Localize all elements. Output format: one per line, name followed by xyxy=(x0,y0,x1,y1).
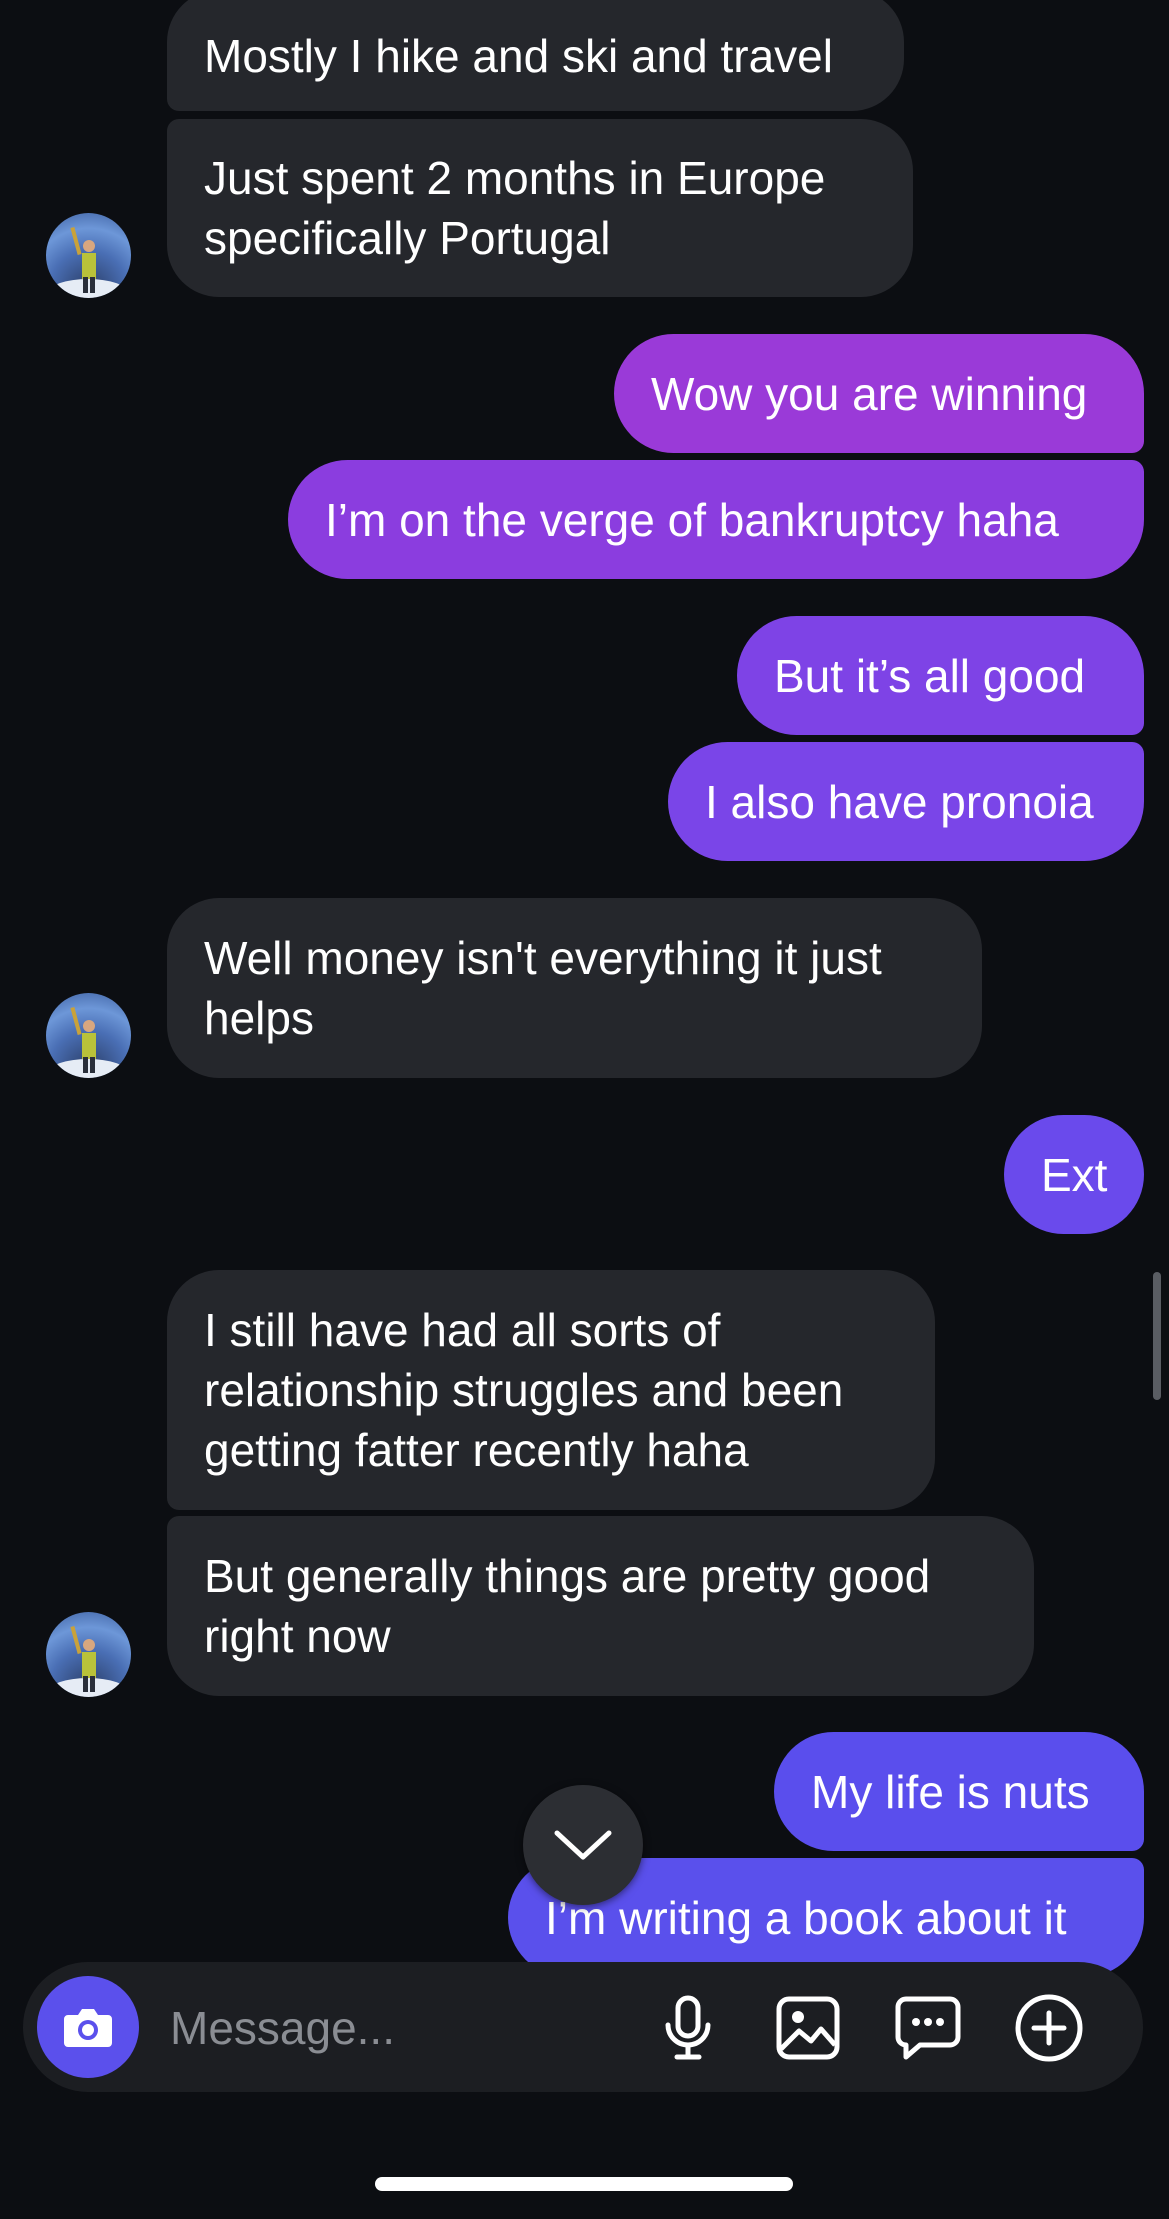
scrollbar[interactable] xyxy=(1153,1272,1161,1400)
avatar[interactable] xyxy=(46,213,131,298)
camera-button[interactable] xyxy=(37,1976,139,2078)
message-text: Mostly I hike and ski and travel xyxy=(204,29,833,82)
message-bubble-incoming[interactable]: Well money isn't everything it just help… xyxy=(167,898,982,1078)
avatar[interactable] xyxy=(46,1612,131,1697)
microphone-icon xyxy=(665,1995,711,2060)
message-text: Well money isn't everything it just help… xyxy=(204,932,882,1044)
message-text: Ext xyxy=(1041,1148,1108,1201)
home-indicator[interactable] xyxy=(375,2177,793,2191)
chevron-down-icon xyxy=(554,1830,612,1860)
message-bubble-incoming[interactable]: Mostly I hike and ski and travel xyxy=(167,0,904,111)
message-input[interactable] xyxy=(168,1992,652,2064)
sticker-button[interactable] xyxy=(892,1992,964,2064)
message-text: I still have had all sorts of relationsh… xyxy=(204,1304,844,1476)
message-bubble-outgoing[interactable]: I also have pronoia xyxy=(668,742,1144,861)
message-bubble-incoming[interactable]: But generally things are pretty good rig… xyxy=(167,1516,1034,1696)
sticker-chat-icon xyxy=(895,1996,961,2060)
message-text: My life is nuts xyxy=(811,1765,1090,1818)
avatar[interactable] xyxy=(46,993,131,1078)
camera-icon xyxy=(64,2009,112,2047)
message-bubble-outgoing[interactable]: I’m on the verge of bankruptcy haha xyxy=(288,460,1144,579)
message-text: I also have pronoia xyxy=(705,775,1094,828)
add-icon xyxy=(1015,1994,1083,2062)
avatar-person-icon xyxy=(48,1625,128,1697)
image-icon xyxy=(776,1996,840,2060)
message-text: Just spent 2 months in Europe specifical… xyxy=(204,152,826,264)
message-bubble-outgoing[interactable]: Wow you are winning xyxy=(614,334,1144,453)
message-text: I’m on the verge of bankruptcy haha xyxy=(325,493,1059,546)
avatar-person-icon xyxy=(48,226,128,298)
add-button[interactable] xyxy=(1013,1992,1085,2064)
microphone-button[interactable] xyxy=(652,1992,724,2064)
message-text: Wow you are winning xyxy=(651,367,1088,420)
message-composer xyxy=(23,1962,1143,2092)
message-bubble-outgoing[interactable]: Ext xyxy=(1004,1115,1144,1234)
gallery-button[interactable] xyxy=(772,1992,844,2064)
message-text: I’m writing a book about it xyxy=(545,1891,1067,1944)
avatar-person-icon xyxy=(48,1006,128,1078)
message-text: But it’s all good xyxy=(774,649,1086,702)
message-bubble-outgoing[interactable]: But it’s all good xyxy=(737,616,1144,735)
message-bubble-outgoing[interactable]: My life is nuts xyxy=(774,1732,1144,1851)
message-bubble-incoming[interactable]: I still have had all sorts of relationsh… xyxy=(167,1270,935,1510)
message-bubble-incoming[interactable]: Just spent 2 months in Europe specifical… xyxy=(167,119,913,297)
scroll-to-bottom-button[interactable] xyxy=(523,1785,643,1905)
message-text: But generally things are pretty good rig… xyxy=(204,1550,931,1662)
